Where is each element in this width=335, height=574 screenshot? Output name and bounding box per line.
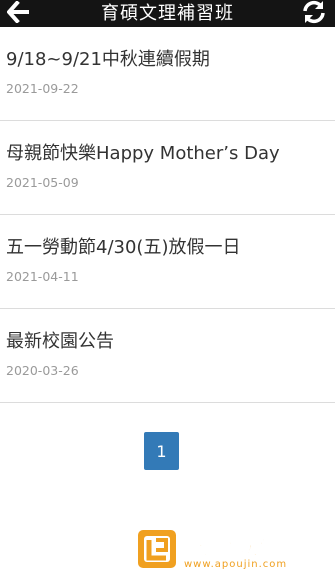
back-arrow-icon: [6, 0, 31, 27]
announcement-date: 2021-09-22: [6, 81, 79, 96]
announcement-title: 五一勞動節4/30(五)放假一日: [6, 237, 241, 258]
announcement-date: 2021-05-09: [6, 175, 79, 190]
watermark: 欧全软件园 www.apoujin.com: [136, 522, 335, 573]
announcement-date: 2020-03-26: [6, 363, 79, 378]
top-bar: 育碩文理補習班: [0, 0, 335, 27]
announcement-title: 母親節快樂Happy Mother’s Day: [6, 143, 280, 164]
announcement-title: 最新校園公告: [6, 331, 114, 352]
back-button[interactable]: [4, 0, 34, 27]
announcement-date: 2021-04-11: [6, 269, 79, 284]
watermark-logo-icon: [136, 526, 180, 570]
page-button-current[interactable]: 1: [144, 432, 179, 470]
watermark-url: www.apoujin.com: [184, 558, 288, 570]
page-title: 育碩文理補習班: [101, 2, 234, 24]
refresh-button[interactable]: [299, 0, 329, 27]
list-item[interactable]: 最新校園公告 2020-03-26: [0, 309, 335, 403]
list-item[interactable]: 五一勞動節4/30(五)放假一日 2021-04-11: [0, 215, 335, 309]
announcement-list: 9/18~9/21中秋連續假期 2021-09-22 母親節快樂Happy Mo…: [0, 27, 335, 403]
list-item[interactable]: 母親節快樂Happy Mother’s Day 2021-05-09: [0, 121, 335, 215]
list-item[interactable]: 9/18~9/21中秋連續假期 2021-09-22: [0, 27, 335, 121]
refresh-icon: [301, 0, 327, 28]
announcement-title: 9/18~9/21中秋連續假期: [6, 49, 210, 70]
watermark-brand: 欧全软件园: [184, 531, 309, 560]
watermark-text: 欧全软件园 www.apoujin.com: [184, 526, 309, 570]
